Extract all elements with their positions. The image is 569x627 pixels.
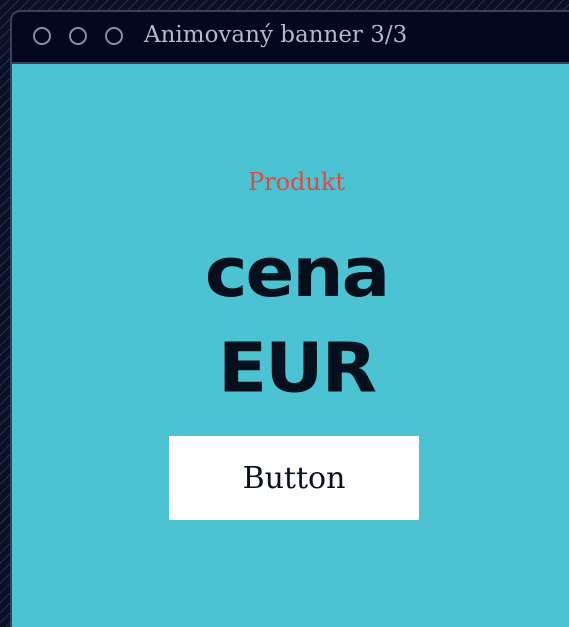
banner-content: Produkt cena EUR Button — [12, 64, 569, 627]
banner-window: Animovaný banner 3/3 Produkt cena EUR Bu… — [10, 10, 569, 627]
window-title: Animovaný banner 3/3 — [144, 22, 408, 48]
window-close-circle-icon[interactable] — [33, 27, 51, 45]
product-label: Produkt — [247, 168, 346, 196]
window-titlebar: Animovaný banner 3/3 — [12, 12, 569, 64]
window-maximize-circle-icon[interactable] — [105, 27, 123, 45]
window-minimize-circle-icon[interactable] — [69, 27, 87, 45]
cta-button[interactable]: Button — [169, 436, 419, 520]
headline-currency: EUR — [217, 328, 377, 408]
headline-price: cena — [204, 232, 390, 312]
